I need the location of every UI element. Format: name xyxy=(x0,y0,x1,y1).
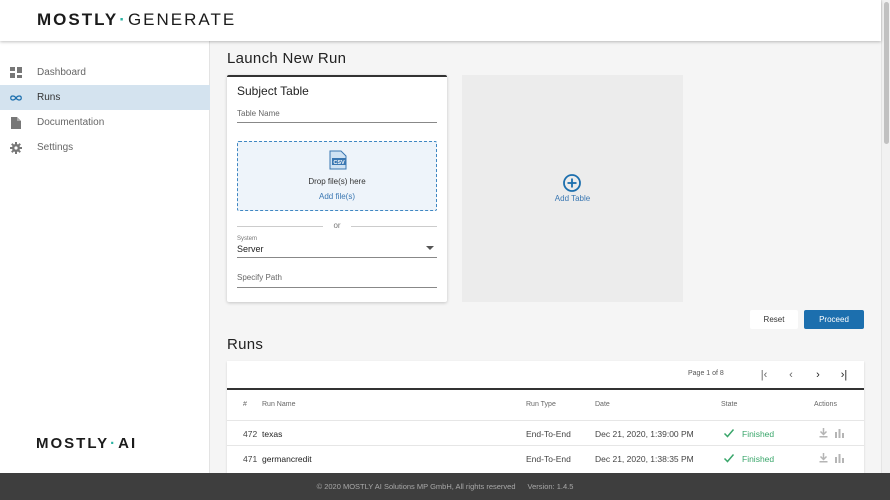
sidebar-item-runs[interactable]: Runs xyxy=(0,85,210,110)
run-type: End-To-End xyxy=(526,454,571,464)
page-scrollbar[interactable] xyxy=(881,0,890,473)
check-icon xyxy=(723,429,735,438)
download-icon[interactable] xyxy=(818,427,829,438)
prev-page-icon[interactable]: ‹ xyxy=(784,368,798,382)
run-id: 472 xyxy=(243,429,258,439)
table-row[interactable]: 472 texas End-To-End Dec 21, 2020, 1:39:… xyxy=(227,420,864,445)
add-files-link[interactable]: Add file(s) xyxy=(238,192,436,201)
dashboard-icon xyxy=(9,66,23,80)
brand-separator: · xyxy=(119,10,127,29)
column-header-run-type[interactable]: Run Type xyxy=(526,401,556,408)
run-id: 471 xyxy=(243,454,258,464)
or-text: or xyxy=(333,221,341,230)
svg-text:CSV: CSV xyxy=(333,160,345,166)
system-select[interactable]: System Server xyxy=(237,236,437,258)
sidebar-item-label: Runs xyxy=(37,92,61,103)
next-page-icon[interactable]: › xyxy=(811,368,825,382)
logo-part1: MOSTLY xyxy=(36,435,110,452)
logo-separator: · xyxy=(110,435,118,452)
footer-version: Version: 1.4.5 xyxy=(527,482,574,491)
add-circle-icon xyxy=(563,174,581,192)
document-icon xyxy=(9,116,23,130)
table-row[interactable]: 471 germancredit End-To-End Dec 21, 2020… xyxy=(227,445,864,470)
runs-title: Runs xyxy=(227,336,264,353)
file-dropzone[interactable]: CSV Drop file(s) here Add file(s) xyxy=(237,141,437,211)
run-state: Finished xyxy=(742,429,775,439)
gear-icon xyxy=(9,141,23,155)
brand-logo[interactable]: MOSTLY·GENERATE xyxy=(37,10,236,30)
brand-part2: GENERATE xyxy=(127,10,237,29)
chart-icon[interactable] xyxy=(834,427,845,438)
specify-path-field[interactable]: Specify Path xyxy=(237,273,437,288)
app-footer: © 2020 MOSTLY AI Solutions MP GmbH, All … xyxy=(0,473,890,500)
last-page-icon[interactable]: ›| xyxy=(837,368,851,382)
table-name-label: Table Name xyxy=(237,109,280,118)
run-type: End-To-End xyxy=(526,429,571,439)
run-name[interactable]: germancredit xyxy=(262,454,312,464)
sidebar: Dashboard Runs Documentation Settings MO… xyxy=(0,41,210,473)
subject-table-card: Subject Table Table Name CSV Drop file(s… xyxy=(227,75,447,302)
chart-icon[interactable] xyxy=(834,452,845,463)
run-state: Finished xyxy=(742,454,775,464)
sidebar-item-label: Settings xyxy=(37,142,74,153)
subject-table-title: Subject Table xyxy=(237,84,309,98)
mostly-ai-logo: MOSTLY·AI xyxy=(36,435,137,452)
sidebar-item-label: Documentation xyxy=(37,117,105,128)
add-table-label: Add Table xyxy=(554,194,591,203)
reset-button[interactable]: Reset xyxy=(750,310,798,329)
check-icon xyxy=(723,454,735,463)
system-value: Server xyxy=(237,244,264,254)
run-name[interactable]: texas xyxy=(262,429,282,439)
drop-files-text: Drop file(s) here xyxy=(308,177,366,186)
launch-title: Launch New Run xyxy=(227,50,347,67)
column-header-actions: Actions xyxy=(814,401,837,408)
pagination-bar: Page 1 of 8 |‹ ‹ › ›| xyxy=(227,361,864,390)
sidebar-item-label: Dashboard xyxy=(37,67,86,78)
column-header-state[interactable]: State xyxy=(721,401,737,408)
footer-copyright: © 2020 MOSTLY AI Solutions MP GmbH, All … xyxy=(316,482,516,491)
run-date: Dec 21, 2020, 1:39:00 PM xyxy=(595,429,694,439)
chevron-down-icon xyxy=(426,246,434,250)
sidebar-item-settings[interactable]: Settings xyxy=(0,135,210,160)
app-header: MOSTLY·GENERATE xyxy=(0,0,881,41)
brand-part1: MOSTLY xyxy=(37,10,119,29)
runs-table: Page 1 of 8 |‹ ‹ › ›| # Run Name Run Typ… xyxy=(227,361,864,473)
page-indicator: Page 1 of 8 xyxy=(688,370,724,377)
system-label: System xyxy=(237,236,258,242)
run-date: Dec 21, 2020, 1:38:35 PM xyxy=(595,454,694,464)
specify-path-label: Specify Path xyxy=(237,273,282,282)
csv-file-icon: CSV xyxy=(329,150,347,170)
column-header-number[interactable]: # xyxy=(243,401,247,408)
table-name-field[interactable]: Table Name xyxy=(237,109,437,123)
add-table-card[interactable]: Add Table xyxy=(462,75,683,302)
column-header-run-name[interactable]: Run Name xyxy=(262,401,295,408)
or-divider: or xyxy=(237,221,437,231)
first-page-icon[interactable]: |‹ xyxy=(757,368,771,382)
logo-part2: AI xyxy=(118,435,138,452)
sidebar-item-documentation[interactable]: Documentation xyxy=(0,110,210,135)
sidebar-item-dashboard[interactable]: Dashboard xyxy=(0,60,210,85)
scrollbar-thumb[interactable] xyxy=(884,2,889,144)
column-header-date[interactable]: Date xyxy=(595,401,610,408)
infinity-icon xyxy=(9,91,23,105)
download-icon[interactable] xyxy=(818,452,829,463)
proceed-button[interactable]: Proceed xyxy=(804,310,864,329)
